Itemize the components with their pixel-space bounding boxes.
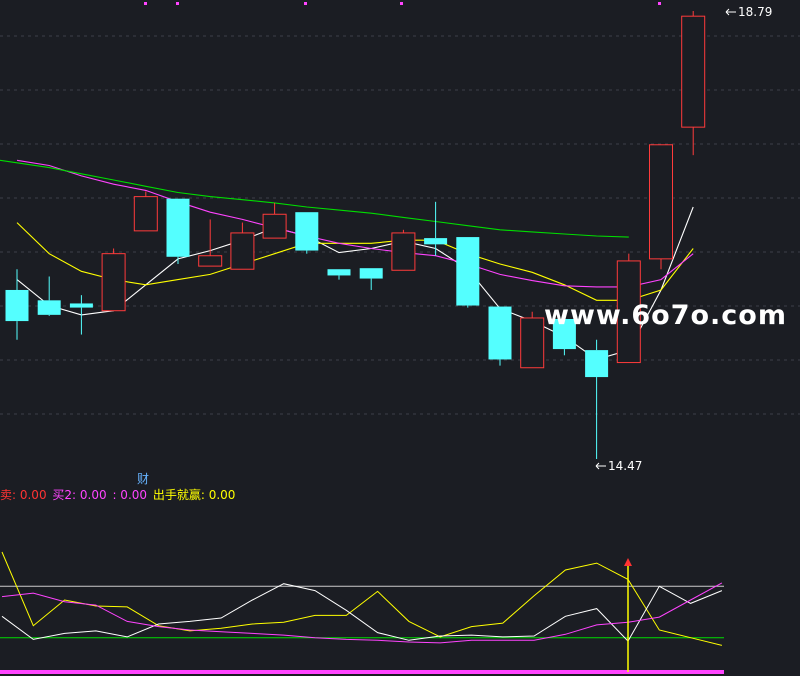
candle-body [520,317,545,369]
signal-arrow-icon [624,558,632,566]
top-tick-1 [176,2,179,5]
candle-body [359,268,383,279]
indicator-label-buy2: 买2: 0.00 [52,488,107,502]
candle-11 [359,268,383,290]
candle-6 [198,219,223,267]
candle-body [681,15,706,128]
candle-4 [133,191,158,232]
top-tick-3 [400,2,403,5]
candle-body [649,144,673,260]
candle-0 [5,269,29,340]
indicator-legend: 卖: 0.00 买2: 0.00 : 0.00 出手就赢: 0.00 [0,486,237,504]
candle-body [166,198,190,257]
candle-9 [295,212,319,254]
candle-body [456,237,480,306]
indicator-label-sell: 卖: 0.00 [0,488,47,502]
candle-14 [456,237,480,308]
candle-body [198,255,223,267]
candle-21 [681,11,706,156]
candle-10 [327,269,351,280]
candle-8 [262,202,287,239]
candle-3 [101,248,126,312]
candle-13 [424,201,448,256]
candle-5 [166,198,190,265]
grid-lines [0,2,800,415]
candle-body [69,303,93,308]
high-price-label: 18.79 [738,5,772,19]
indicator-panel [0,551,724,674]
candle-16 [520,311,545,369]
top-tick-4 [658,2,661,5]
candle-body [327,269,351,276]
candle-body [230,232,255,270]
indicator-label-extra: : 0.00 [112,488,148,502]
candle-body [585,350,609,378]
stock-chart: 18.79 14.47 [0,2,800,674]
candle-15 [488,306,512,366]
candle-2 [69,295,93,335]
candle-18 [585,339,609,459]
candle-body [133,196,158,232]
candlesticks [5,11,706,459]
top-tick-0 [144,2,147,5]
top-tick-2 [304,2,307,5]
candle-7 [230,222,255,270]
candle-20 [649,144,673,270]
finance-marker: 财 [137,472,150,486]
candle-12 [391,229,416,271]
candle-body [262,213,287,239]
low-arrow-icon [595,462,606,470]
candle-body [295,212,319,251]
candle-body [101,253,126,312]
candle-body [37,300,61,315]
candle-body [391,232,416,271]
candle-body [5,289,29,322]
indicator-line-0 [1,551,723,646]
candle-body [488,306,512,360]
low-price-label: 14.47 [608,459,642,473]
watermark-text: www.6o7o.com [544,300,787,331]
candle-body [424,238,448,245]
candle-1 [37,276,61,316]
high-arrow-icon [725,8,736,16]
indicator-label-win: 出手就赢: 0.00 [152,488,236,502]
